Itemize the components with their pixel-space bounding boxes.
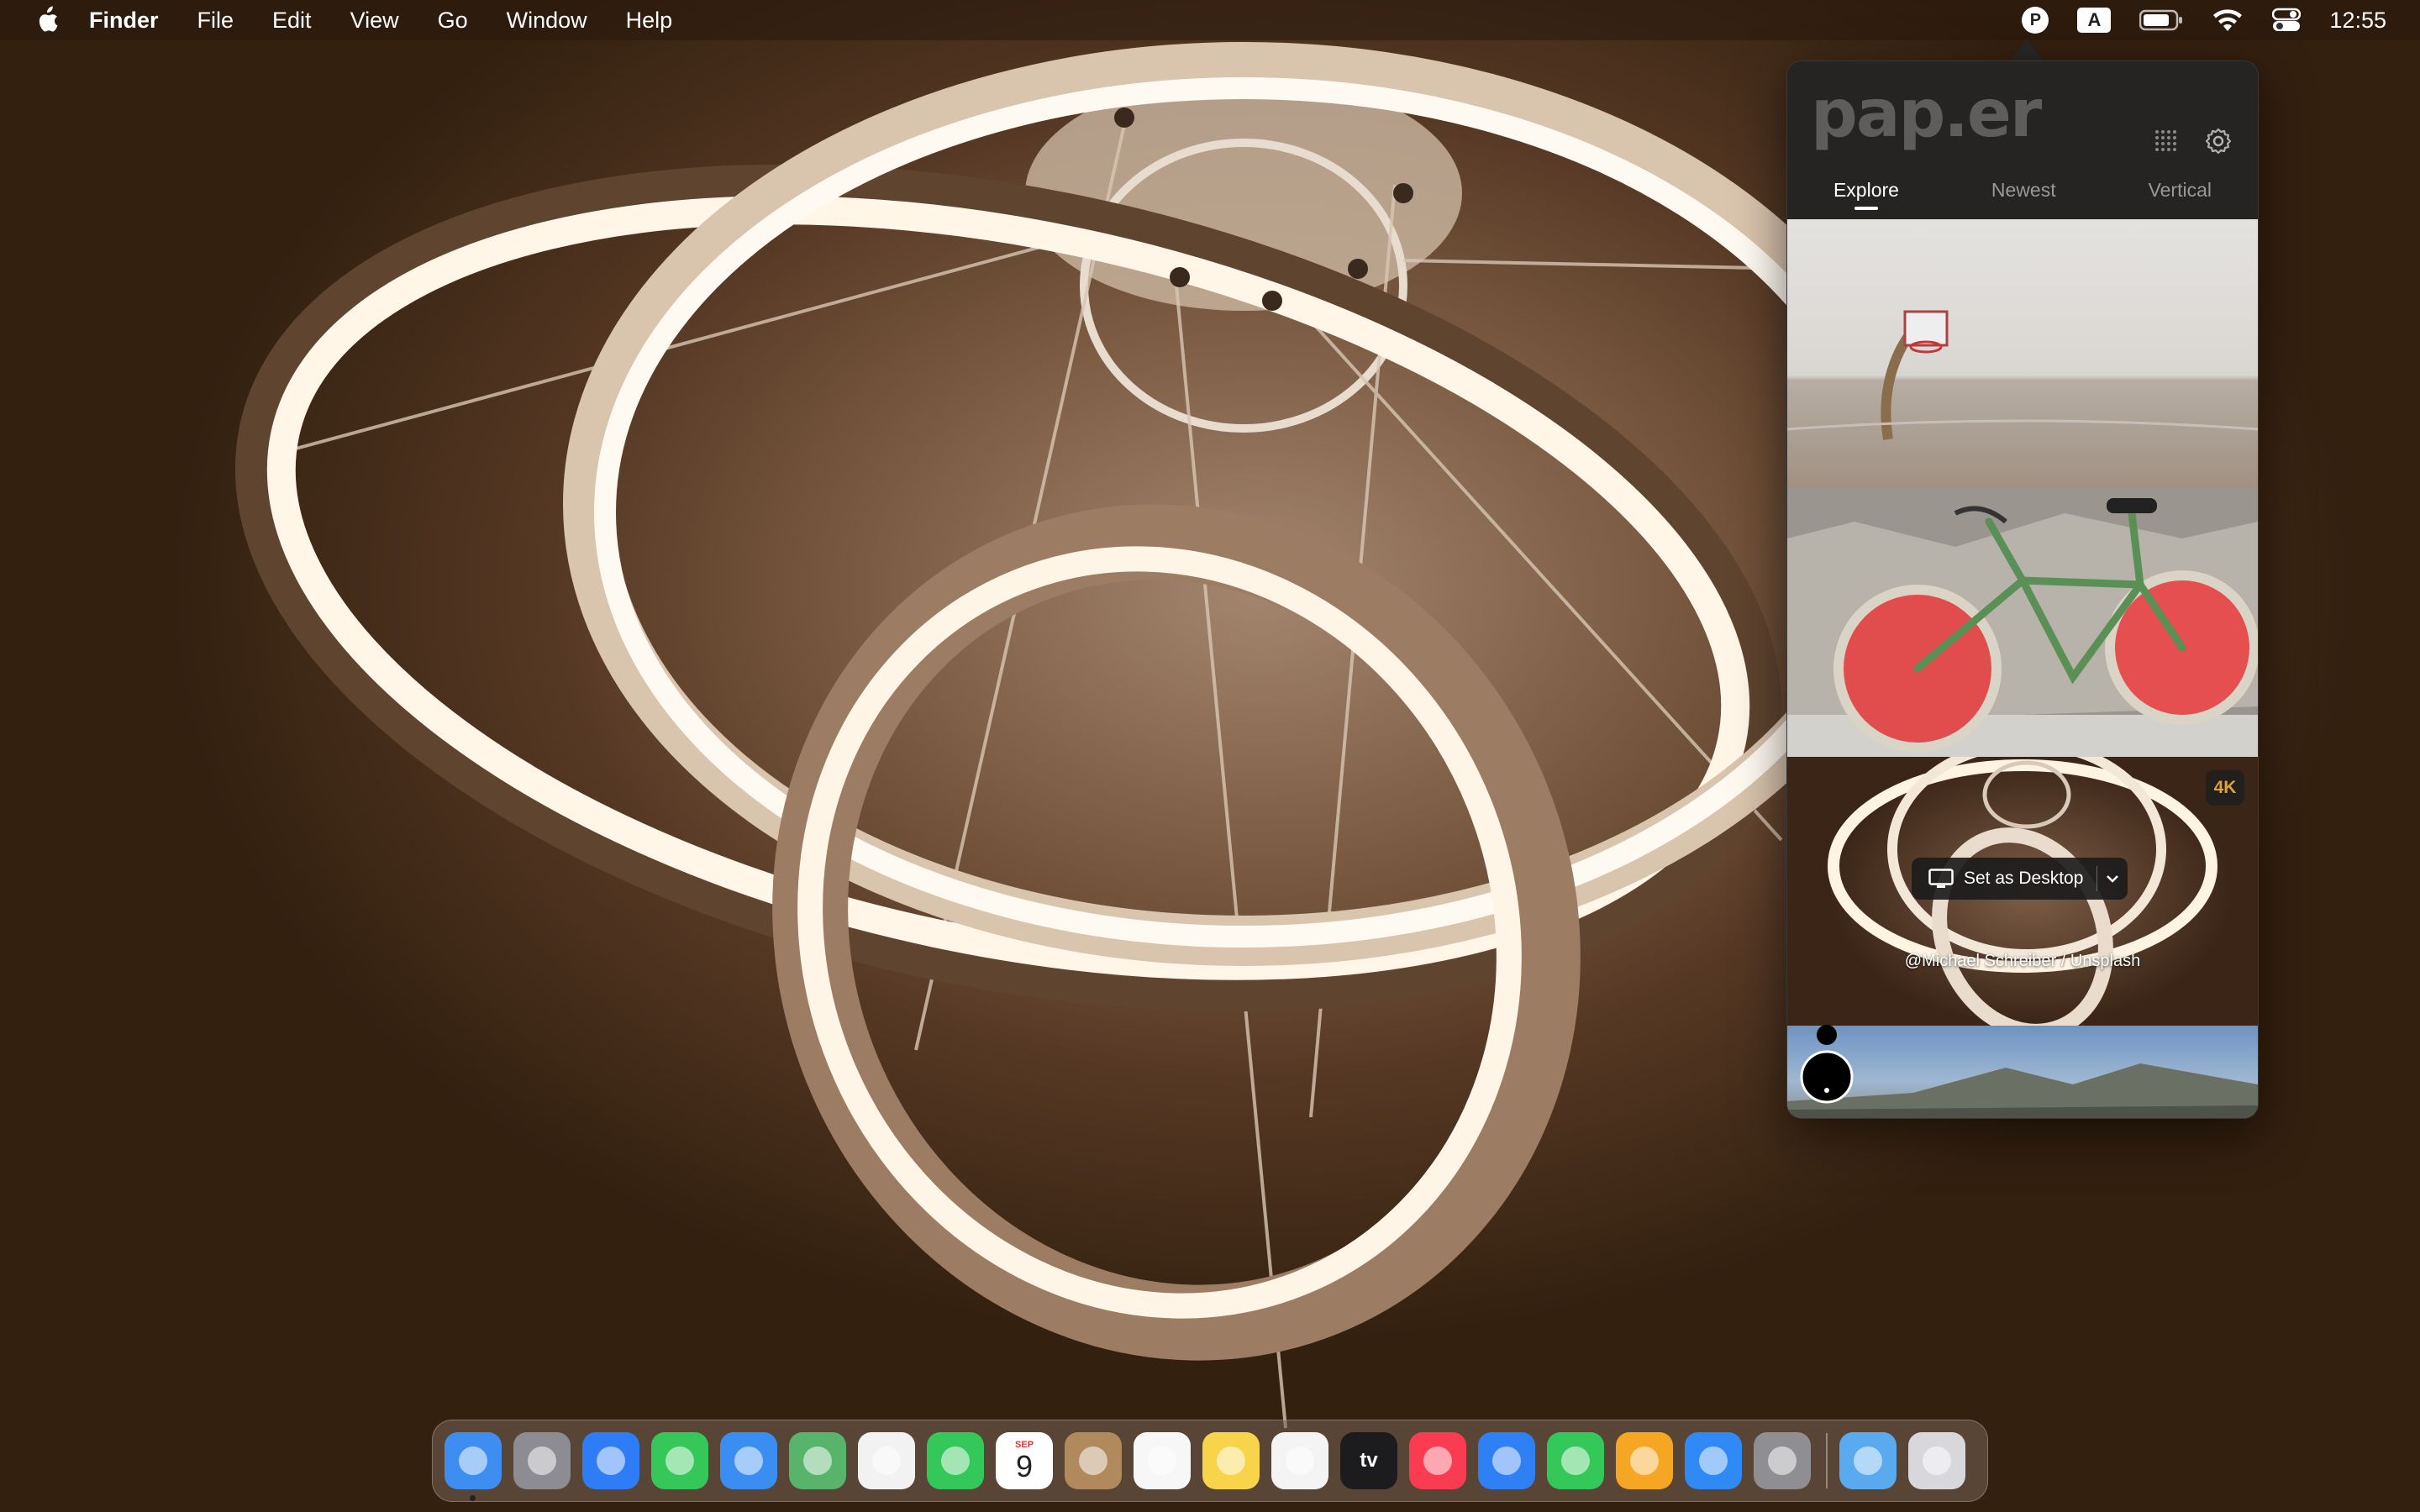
- control-center-icon[interactable]: [2272, 0, 2302, 40]
- set-as-desktop-main[interactable]: Set as Desktop: [1912, 858, 2096, 900]
- dock: SEP 9 tv: [432, 1420, 1988, 1502]
- running-indicator: [470, 1495, 476, 1501]
- ring-chandelier-photo[interactable]: 4K Set as Desktop @Michael Schreiber / U…: [1787, 757, 2258, 1026]
- dock-item-reminders[interactable]: [1134, 1432, 1191, 1489]
- monitor-icon: [1928, 869, 1954, 889]
- popover-header: pap.er Explore Newest Vertical: [1787, 61, 2258, 219]
- paper-app-letter: P: [2022, 7, 2049, 34]
- music-icon: [1423, 1446, 1452, 1475]
- menu-edit[interactable]: Edit: [272, 8, 312, 34]
- dock-item-keynote[interactable]: [1478, 1432, 1535, 1489]
- resolution-badge: 4K: [2206, 770, 2244, 806]
- dock-item-messages[interactable]: [651, 1432, 708, 1489]
- dock-item-app-store[interactable]: [1685, 1432, 1742, 1489]
- input-source-letter: A: [2077, 8, 2112, 33]
- dock-item-freeform[interactable]: [1271, 1432, 1328, 1489]
- input-source-icon[interactable]: A: [2077, 0, 2112, 40]
- calendar-day: 9: [1015, 1449, 1034, 1483]
- notes-icon: [1217, 1446, 1245, 1475]
- dock-item-downloads[interactable]: [1839, 1432, 1897, 1489]
- dock-item-mail[interactable]: [720, 1432, 777, 1489]
- downloads-icon: [1854, 1446, 1882, 1475]
- dock-item-tv[interactable]: tv: [1340, 1432, 1397, 1489]
- scroll-indicator-icon[interactable]: [1800, 1021, 1854, 1105]
- dock-item-safari[interactable]: [582, 1432, 639, 1489]
- set-as-desktop-label: Set as Desktop: [1964, 869, 2084, 888]
- dock-item-photos[interactable]: [858, 1432, 915, 1489]
- menu-go[interactable]: Go: [438, 8, 468, 34]
- paper-popover: pap.er Explore Newest Vertical 4K Set as…: [1786, 60, 2259, 1119]
- launchpad-icon: [528, 1446, 556, 1475]
- messages-icon: [666, 1446, 694, 1475]
- menu-view[interactable]: View: [350, 8, 399, 34]
- menu-file[interactable]: File: [197, 8, 234, 34]
- dock-item-contacts[interactable]: [1065, 1432, 1122, 1489]
- pages-icon: [1630, 1446, 1659, 1475]
- freeform-icon: [1286, 1446, 1314, 1475]
- gear-icon[interactable]: [2204, 127, 2233, 160]
- dock-item-notes[interactable]: [1202, 1432, 1260, 1489]
- tab-vertical[interactable]: Vertical: [2133, 171, 2227, 210]
- facetime-icon: [941, 1446, 970, 1475]
- reminders-icon: [1148, 1446, 1176, 1475]
- watermelon-bicycle-photo[interactable]: [1787, 488, 2258, 757]
- photo-credit[interactable]: @Michael Schreiber / Unsplash: [1787, 952, 2258, 971]
- dock-item-launchpad[interactable]: [513, 1432, 571, 1489]
- set-as-desktop-button[interactable]: Set as Desktop: [1912, 858, 2128, 900]
- dot-grid-icon[interactable]: [2152, 127, 2179, 160]
- trash-icon: [1923, 1446, 1951, 1475]
- system-settings-icon: [1768, 1446, 1797, 1475]
- app-store-icon: [1699, 1446, 1728, 1475]
- menu-bar: Finder File Edit View Go Window Help P A…: [0, 0, 2420, 40]
- menu-app-name[interactable]: Finder: [89, 8, 159, 34]
- popover-tabs: Explore Newest Vertical: [1787, 160, 2258, 219]
- mail-icon: [734, 1446, 763, 1475]
- maps-icon: [803, 1446, 832, 1475]
- basketball-hoop-photo[interactable]: [1787, 219, 2258, 488]
- safari-icon: [597, 1446, 625, 1475]
- tv-label: tv: [1360, 1449, 1378, 1472]
- tab-newest[interactable]: Newest: [1976, 171, 2071, 210]
- dock-item-calendar[interactable]: SEP 9: [996, 1432, 1053, 1489]
- keynote-icon: [1492, 1446, 1521, 1475]
- dock-item-music[interactable]: [1409, 1432, 1466, 1489]
- menu-bar-clock[interactable]: 12:55: [2329, 8, 2386, 34]
- dock-item-system-settings[interactable]: [1754, 1432, 1811, 1489]
- numbers-icon: [1561, 1446, 1590, 1475]
- paper-logo: pap.er: [1811, 76, 2042, 152]
- dock-item-pages[interactable]: [1616, 1432, 1673, 1489]
- dock-item-facetime[interactable]: [927, 1432, 984, 1489]
- chevron-down-icon[interactable]: [2097, 858, 2128, 900]
- dock-item-trash[interactable]: [1908, 1432, 1965, 1489]
- paper-app-icon[interactable]: P: [2022, 0, 2049, 40]
- dock-item-numbers[interactable]: [1547, 1432, 1604, 1489]
- contacts-icon: [1079, 1446, 1107, 1475]
- menu-help[interactable]: Help: [626, 8, 673, 34]
- tab-explore[interactable]: Explore: [1818, 171, 1914, 210]
- dock-item-maps[interactable]: [789, 1432, 846, 1489]
- photos-icon: [872, 1446, 901, 1475]
- apple-menu-icon[interactable]: [32, 5, 60, 35]
- battery-icon[interactable]: [2139, 0, 2183, 40]
- wifi-icon[interactable]: [2212, 0, 2244, 40]
- finder-icon: [459, 1446, 487, 1475]
- mountain-landscape-photo[interactable]: [1787, 1026, 2258, 1118]
- dock-separator: [1826, 1433, 1828, 1488]
- menu-window[interactable]: Window: [507, 8, 587, 34]
- dock-item-finder[interactable]: [445, 1432, 502, 1501]
